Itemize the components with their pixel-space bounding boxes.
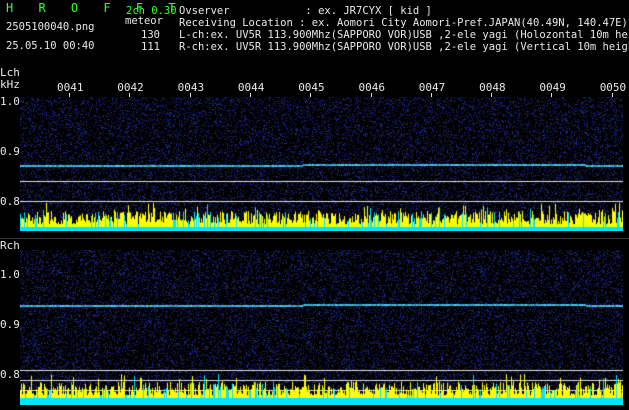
count-lch: 130 — [141, 29, 160, 41]
lch-spectrogram-canvas — [20, 97, 623, 231]
location-line: Receiving Location : ex. Aomori City Aom… — [179, 17, 628, 29]
rch-y-label-1-0: 1.0 — [0, 268, 20, 281]
rch-y-label-0-8: 0.8 — [0, 368, 20, 381]
lch-y-label-0-9: 0.9 — [0, 145, 20, 158]
time-tick-label: 0048 — [479, 81, 506, 94]
lch-y-label-1-0: 1.0 — [0, 95, 20, 108]
lch-unit: kHz — [0, 78, 20, 91]
time-tick-label: 0049 — [539, 81, 566, 94]
time-tick-label: 0044 — [237, 81, 265, 94]
datetime: 25.05.10 00:40 — [6, 40, 95, 52]
lch-spectrogram — [20, 97, 623, 231]
rch-y-label-0-9: 0.9 — [0, 318, 20, 331]
time-tick-label: 0047 — [418, 81, 446, 94]
filename: 2505100040.png — [6, 21, 95, 33]
lch-info-line: L-ch:ex. UV5R 113.900Mhz(SAPPORO VOR)USB… — [179, 29, 629, 41]
panel-separator — [0, 238, 629, 239]
time-tick-label: 0050 — [599, 81, 627, 94]
lch-y-label-0-8: 0.8 — [0, 195, 20, 208]
time-tick-label: 0042 — [117, 81, 144, 94]
time-tick-label: 0045 — [298, 81, 325, 94]
rch-spectrogram — [20, 250, 623, 405]
rch-info-line: R-ch:ex. UV5R 113.900Mhz(SAPPORO VOR)USB… — [179, 41, 629, 53]
time-tick-label: 0046 — [358, 81, 386, 94]
observer-line: Ovserver : ex. JR7CYX [ kid ] — [179, 5, 432, 17]
count-rch: 111 — [141, 41, 160, 53]
time-tick-label: 0043 — [177, 81, 205, 94]
time-tick-label: 0041 — [57, 81, 84, 94]
rch-label: Rch — [0, 239, 20, 252]
meteor-label: meteor — [125, 15, 163, 27]
rch-spectrogram-canvas — [20, 250, 623, 405]
